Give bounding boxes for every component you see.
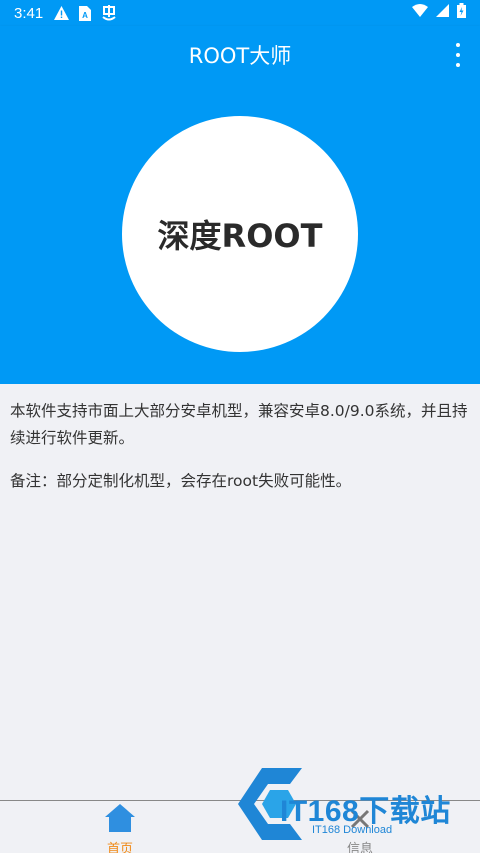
status-right-icons (412, 3, 466, 23)
signal-icon (436, 4, 449, 22)
description-text: 本软件支持市面上大部分安卓机型，兼容安卓8.0/9.0系统，并且持续进行软件更新… (10, 402, 468, 447)
more-vert-icon[interactable] (450, 43, 466, 67)
app-notification-icon (101, 5, 117, 21)
deep-root-button[interactable]: 深度ROOT (122, 116, 358, 352)
tab-info-label: 信息 (346, 842, 373, 853)
hero-panel: 深度ROOT (0, 84, 480, 384)
tab-home[interactable]: 首页 (0, 801, 240, 853)
app-title: ROOT大师 (188, 44, 292, 68)
main-content: 本软件支持市面上大部分安卓机型，兼容安卓8.0/9.0系统，并且持续进行软件更新… (0, 384, 480, 511)
warning-icon (53, 5, 69, 21)
svg-text:A: A (82, 11, 88, 20)
wifi-icon (412, 4, 428, 22)
note-text: 备注：部分定制化机型，会存在root失败可能性。 (10, 472, 352, 490)
status-bar: 3:41 A (0, 0, 480, 26)
home-icon (104, 803, 136, 837)
app-bar: ROOT大师 (0, 26, 480, 84)
sim-card-icon: A (77, 5, 93, 21)
status-time: 3:41 (14, 4, 44, 22)
tab-home-label: 首页 (106, 842, 133, 853)
deep-root-label: 深度ROOT (157, 217, 323, 255)
bottom-nav: 首页 信息 (0, 800, 480, 853)
tab-info[interactable]: 信息 (240, 801, 480, 853)
battery-icon (457, 3, 466, 23)
info-icon (344, 803, 376, 837)
